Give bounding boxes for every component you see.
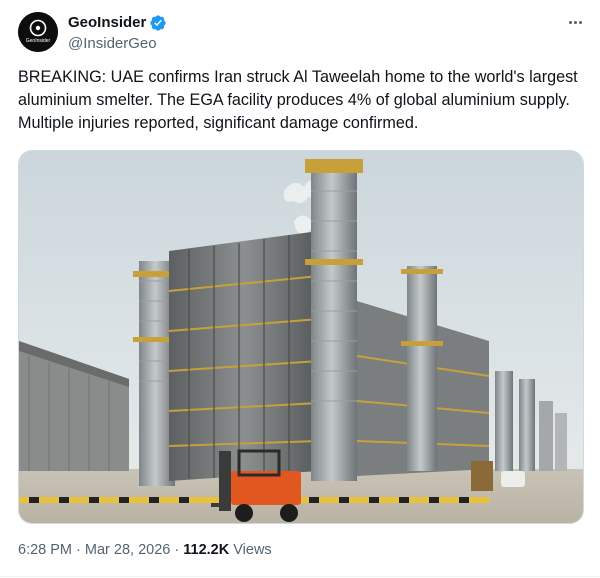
tweet-text: BREAKING: UAE confirms Iran struck Al Ta…	[18, 68, 578, 132]
views-label: Views	[233, 542, 272, 558]
account-names: GeoInsider @InsiderGeo	[68, 13, 167, 54]
tweet-header: GeoInsider GeoInsider @InsiderGeo	[18, 10, 588, 60]
meta-separator: ·	[174, 542, 180, 558]
avatar-logo-icon: GeoInsider	[18, 12, 58, 52]
tweet-time[interactable]: 6:28 PM	[18, 542, 72, 558]
avatar-text: GeoInsider	[26, 38, 51, 44]
display-name[interactable]: GeoInsider	[68, 13, 146, 33]
tweet-meta: 6:28 PM · Mar 28, 2026 · 112.2K Views	[18, 540, 272, 560]
handle[interactable]: @InsiderGeo	[68, 34, 167, 54]
tweet-card[interactable]: GeoInsider GeoInsider @InsiderGeo BREAKI…	[0, 0, 600, 578]
verified-badge-icon	[149, 14, 167, 32]
tweet-media-image[interactable]	[18, 150, 584, 524]
avatar[interactable]: GeoInsider	[18, 12, 58, 52]
tweet-date[interactable]: Mar 28, 2026	[85, 542, 170, 558]
divider	[0, 576, 600, 577]
meta-separator: ·	[76, 542, 81, 558]
more-horizontal-icon[interactable]	[562, 12, 588, 32]
views-count: 112.2K	[183, 542, 230, 558]
industrial-plant-photo	[19, 151, 583, 523]
